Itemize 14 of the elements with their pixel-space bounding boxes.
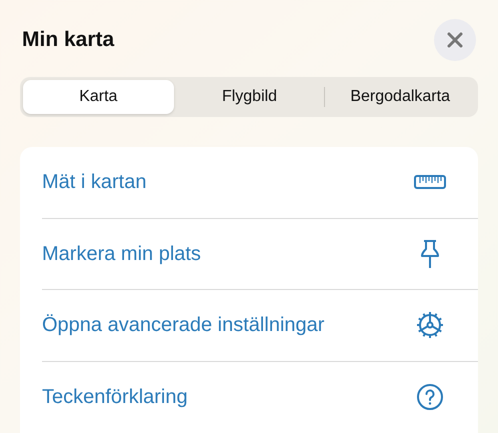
gear-icon — [415, 310, 445, 340]
close-icon — [447, 32, 463, 48]
pushpin-icon — [419, 238, 441, 269]
menu-item[interactable]: Öppna avancerade inställningar — [42, 310, 324, 340]
ruler-icon — [414, 174, 446, 190]
map-type-tab[interactable]: Flygbild — [174, 80, 324, 114]
close-button[interactable] — [434, 19, 476, 61]
map-type-tab[interactable]: Karta — [23, 80, 174, 114]
map-type-tab[interactable]: Bergodalkarta — [325, 80, 476, 114]
menu-item[interactable]: Mät i kartan — [42, 167, 146, 198]
panel-title: Min karta — [22, 27, 114, 54]
help-icon — [416, 383, 444, 412]
menu-item[interactable]: Markera min plats — [42, 238, 201, 269]
menu-item[interactable]: Teckenförklaring — [42, 382, 188, 412]
